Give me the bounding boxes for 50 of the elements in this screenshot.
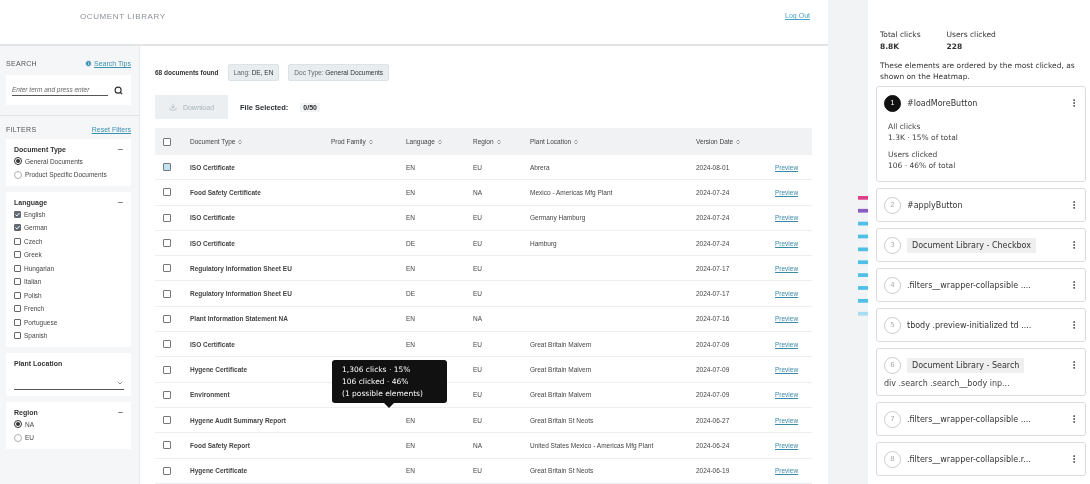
row-checkbox[interactable] <box>163 441 171 450</box>
checkbox[interactable] <box>14 264 21 272</box>
element-selector: .filters__wrapper-collapsible .... <box>907 280 1032 290</box>
checkbox[interactable] <box>14 210 21 218</box>
element-selector: tbody .preview-initialized td .... <box>907 320 1033 330</box>
element-selector: .filters__wrapper-collapsible .... <box>907 414 1032 424</box>
row-checkbox[interactable] <box>163 416 171 425</box>
radio-button[interactable] <box>14 433 22 442</box>
row-checkbox[interactable] <box>163 289 171 298</box>
radio-button[interactable] <box>14 420 22 429</box>
sort-icon <box>436 138 443 145</box>
element-selector: div .search .search__body inp... <box>884 378 1011 389</box>
element-selector: #loadMoreButton <box>907 98 979 108</box>
checkbox[interactable] <box>14 332 21 340</box>
element-label: Document Library - Checkbox <box>907 237 1036 253</box>
element-selector: .filters__wrapper-collapsible.r... <box>907 454 1032 464</box>
row-checkbox[interactable] <box>163 365 171 374</box>
download-icon <box>168 103 177 111</box>
row-checkbox[interactable] <box>163 163 171 172</box>
info-icon <box>85 60 93 67</box>
sort-icon <box>573 138 580 145</box>
checkbox[interactable] <box>14 278 21 286</box>
sort-icon <box>495 138 502 145</box>
sort-icon <box>735 138 742 145</box>
checkbox[interactable] <box>14 305 21 313</box>
sort-icon <box>237 138 244 145</box>
select-all-checkbox[interactable] <box>163 137 171 146</box>
row-checkbox[interactable] <box>163 188 171 197</box>
checkbox[interactable] <box>14 237 21 245</box>
radio-button[interactable] <box>14 170 22 179</box>
row-checkbox[interactable] <box>163 466 171 475</box>
element-selector: #applyButton <box>907 200 964 210</box>
collapse-icon[interactable] <box>117 199 124 206</box>
checkbox[interactable] <box>14 291 21 299</box>
element-label: Document Library - Search <box>907 357 1025 373</box>
row-checkbox[interactable] <box>163 314 171 323</box>
collapse-icon[interactable] <box>117 146 124 153</box>
search-icon[interactable] <box>114 85 123 95</box>
row-checkbox[interactable] <box>163 239 171 248</box>
page-title: OCUMENT LIBRARY <box>80 12 166 21</box>
radio-button[interactable] <box>14 157 22 166</box>
checkbox[interactable] <box>14 224 21 232</box>
row-checkbox[interactable] <box>163 264 171 273</box>
checkbox[interactable] <box>14 251 21 259</box>
collapse-icon[interactable] <box>117 409 124 416</box>
row-checkbox[interactable] <box>163 340 171 349</box>
checkbox[interactable] <box>14 318 21 326</box>
sort-icon <box>367 138 374 145</box>
row-checkbox[interactable] <box>163 213 171 222</box>
row-checkbox[interactable] <box>163 390 171 399</box>
